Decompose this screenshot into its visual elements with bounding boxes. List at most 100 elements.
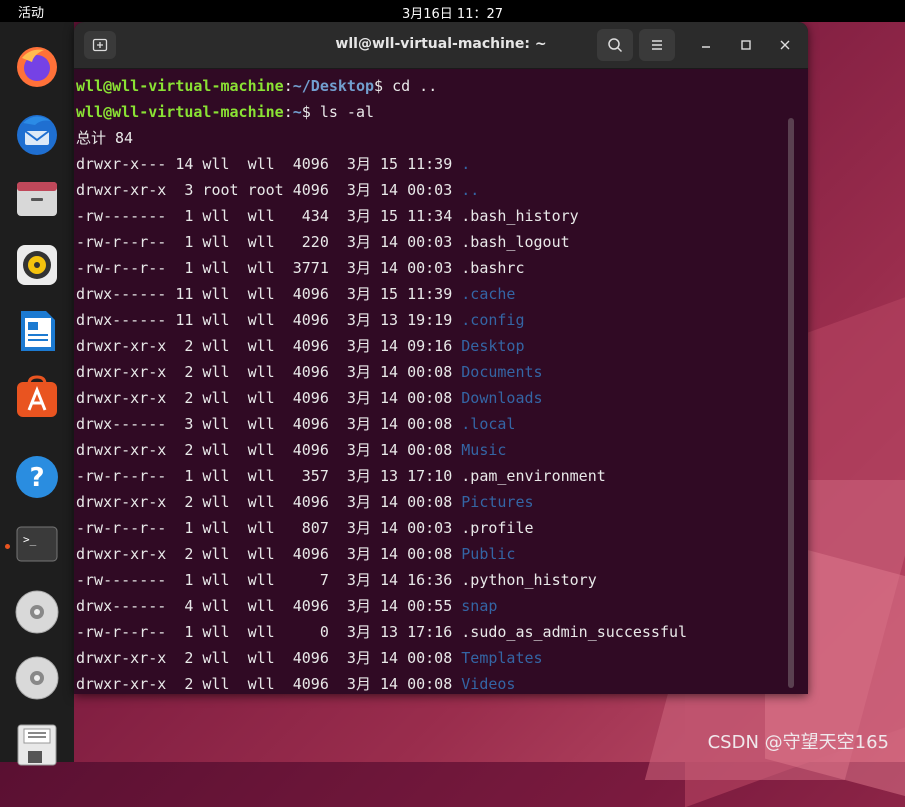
hamburger-icon (652, 40, 662, 50)
entry-meta: drwx------ 4 wll wll 4096 3月 14 00:55 (76, 597, 462, 615)
prompt-separator: : (283, 77, 293, 95)
entry-meta: drwxr-xr-x 2 wll wll 4096 3月 14 00:08 (76, 675, 462, 693)
total-line: 总计 84 (76, 129, 134, 147)
entry-meta: drwxr-xr-x 2 wll wll 4096 3月 14 00:08 (76, 441, 462, 459)
entry-name: .pam_environment (461, 467, 606, 485)
listing-row: drwxr-xr-x 2 wll wll 4096 3月 14 09:16 De… (76, 333, 524, 359)
entry-name: .local (461, 415, 516, 433)
entry-meta: drwxr-xr-x 2 wll wll 4096 3月 14 00:08 (76, 545, 462, 563)
listing-row: -rw-r--r-- 1 wll wll 220 3月 14 00:03 .ba… (76, 229, 570, 255)
minimize-icon (702, 46, 710, 48)
thunderbird-icon[interactable] (12, 108, 62, 158)
menu-button[interactable] (639, 29, 675, 61)
listing-row: drwxr-xr-x 2 wll wll 4096 3月 14 00:08 Mu… (76, 437, 506, 463)
title-bar[interactable]: wll@wll-virtual-machine: ~ (74, 22, 808, 69)
search-icon (608, 38, 623, 53)
entry-meta: -rw------- 1 wll wll 7 3月 14 16:36 (76, 571, 462, 589)
maximize-icon (741, 40, 751, 50)
firefox-icon[interactable] (12, 42, 62, 92)
listing-row: drwx------ 4 wll wll 4096 3月 14 00:55 sn… (76, 593, 497, 619)
entry-meta: drwxr-xr-x 2 wll wll 4096 3月 14 00:08 (76, 493, 462, 511)
running-indicator (5, 544, 10, 549)
listing-row: -rw-r--r-- 1 wll wll 3771 3月 14 00:03 .b… (76, 255, 524, 281)
listing-row: drwxr-xr-x 2 wll wll 4096 3月 14 00:08 Do… (76, 385, 543, 411)
writer-icon[interactable] (12, 306, 62, 356)
entry-name: .python_history (461, 571, 597, 589)
terminal-output[interactable]: wll@wll-virtual-machine:~/Desktop$ cd ..… (74, 68, 796, 694)
entry-name: snap (461, 597, 498, 615)
listing-row: drwx------ 11 wll wll 4096 3月 15 11:39 .… (76, 281, 515, 307)
entry-name: Pictures (461, 493, 534, 511)
prompt-separator: : (283, 103, 293, 121)
listing-row: drwxr-xr-x 2 wll wll 4096 3月 14 00:08 Pi… (76, 489, 534, 515)
clock-label: 3月16日 11：27 (401, 7, 504, 22)
top-bar: 活动 3月16日 11：27 (0, 0, 905, 22)
entry-name: Templates (461, 649, 543, 667)
close-icon (780, 40, 790, 50)
prompt-line: wll@wll-virtual-machine:~$ ls -al (76, 99, 374, 125)
software-icon[interactable] (12, 372, 62, 422)
listing-row: drwx------ 3 wll wll 4096 3月 14 00:08 .l… (76, 411, 515, 437)
rhythmbox-icon[interactable] (12, 240, 62, 290)
help-icon[interactable]: ? (12, 452, 62, 502)
entry-meta: -rw-r--r-- 1 wll wll 357 3月 13 17:10 (76, 467, 462, 485)
listing-row: drwxr-xr-x 3 root root 4096 3月 14 00:03 … (76, 177, 479, 203)
listing-row: drwx------ 11 wll wll 4096 3月 13 19:19 .… (76, 307, 524, 333)
entry-name: .bash_history (461, 207, 579, 225)
prompt-user: wll@wll-virtual-machine (76, 103, 284, 121)
entry-name: .cache (461, 285, 516, 303)
disc-icon[interactable] (12, 587, 62, 637)
entry-meta: drwxr-xr-x 2 wll wll 4096 3月 14 09:16 (76, 337, 462, 355)
scrollbar[interactable] (788, 118, 794, 688)
prompt-command: $ cd .. (374, 77, 438, 95)
listing-row: -rw------- 1 wll wll 7 3月 14 16:36 .pyth… (76, 567, 597, 593)
terminal-window[interactable]: wll@wll-virtual-machine: ~ wll@wll-virtu… (74, 22, 808, 694)
maximize-button[interactable] (734, 33, 758, 57)
entry-meta: -rw-r--r-- 1 wll wll 3771 3月 14 00:03 (76, 259, 462, 277)
listing-row: drwxr-xr-x 2 wll wll 4096 3月 14 00:08 Vi… (76, 671, 515, 694)
entry-name: .profile (461, 519, 534, 537)
entry-meta: -rw------- 1 wll wll 434 3月 15 11:34 (76, 207, 462, 225)
clock[interactable]: 3月16日 11：27 (0, 3, 905, 22)
entry-meta: drwxr-xr-x 3 root root 4096 3月 14 00:03 (76, 181, 462, 199)
listing-row: drwxr-x--- 14 wll wll 4096 3月 15 11:39 . (76, 151, 470, 177)
files-icon[interactable] (12, 174, 62, 224)
entry-meta: -rw-r--r-- 1 wll wll 807 3月 14 00:03 (76, 519, 462, 537)
entry-name: Desktop (461, 337, 525, 355)
listing-row: drwxr-xr-x 2 wll wll 4096 3月 14 00:08 Te… (76, 645, 543, 671)
prompt-command: $ ls -al (301, 103, 375, 121)
listing-row: -rw-r--r-- 1 wll wll 0 3月 13 17:16 .sudo… (76, 619, 687, 645)
dock: ? >_ (0, 22, 74, 766)
close-button[interactable] (773, 33, 797, 57)
entry-name: .. (461, 181, 480, 199)
entry-name: .sudo_as_admin_successful (461, 623, 688, 641)
listing-row: drwxr-xr-x 2 wll wll 4096 3月 14 00:08 Do… (76, 359, 543, 385)
entry-meta: drwxr-xr-x 2 wll wll 4096 3月 14 00:08 (76, 363, 462, 381)
prompt-line: wll@wll-virtual-machine:~/Desktop$ cd .. (76, 73, 437, 99)
entry-name: Documents (461, 363, 543, 381)
entry-meta: drwxr-x--- 14 wll wll 4096 3月 15 11:39 (76, 155, 462, 173)
entry-meta: drwx------ 11 wll wll 4096 3月 13 19:19 (76, 311, 462, 329)
prompt-path: ~/Desktop (292, 77, 375, 95)
entry-name: Downloads (461, 389, 543, 407)
listing-row: -rw-r--r-- 1 wll wll 807 3月 14 00:03 .pr… (76, 515, 534, 541)
watermark: CSDN @守望天空165 (707, 732, 889, 753)
entry-meta: -rw-r--r-- 1 wll wll 220 3月 14 00:03 (76, 233, 462, 251)
listing-row: -rw------- 1 wll wll 434 3月 15 11:34 .ba… (76, 203, 579, 229)
entry-meta: -rw-r--r-- 1 wll wll 0 3月 13 17:16 (76, 623, 462, 641)
prompt-user: wll@wll-virtual-machine (76, 77, 284, 95)
listing-row: drwxr-xr-x 2 wll wll 4096 3月 14 00:08 Pu… (76, 541, 515, 567)
entry-name: Music (461, 441, 507, 459)
entry-name: .bash_logout (461, 233, 570, 251)
entry-name: Public (461, 545, 516, 563)
entry-meta: drwx------ 11 wll wll 4096 3月 15 11:39 (76, 285, 462, 303)
search-button[interactable] (597, 29, 633, 61)
minimize-button[interactable] (694, 33, 718, 57)
terminal-icon[interactable]: >_ (12, 519, 62, 569)
entry-meta: drwxr-xr-x 2 wll wll 4096 3月 14 00:08 (76, 389, 462, 407)
disc-icon[interactable] (12, 653, 62, 703)
svg-text:>_: >_ (23, 533, 37, 546)
svg-text:?: ? (29, 463, 44, 493)
entry-name: .bashrc (461, 259, 525, 277)
entry-name: . (461, 155, 471, 173)
